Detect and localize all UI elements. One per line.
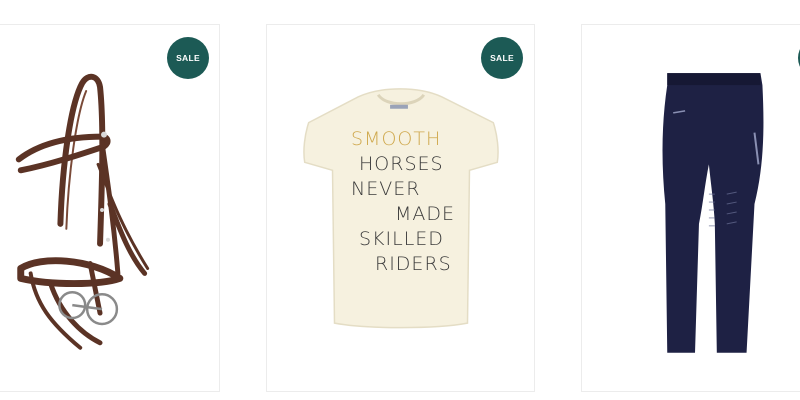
product-card-bridle[interactable]: SALE <box>0 24 220 392</box>
shirt-print-line: SMOOTH <box>351 128 442 150</box>
sale-badge: SALE <box>167 37 209 79</box>
shirt-print-text: SMOOTH HORSES NEVER MADE SKILLED RIDERS <box>351 127 455 277</box>
riding-leggings-image[interactable] <box>582 25 800 391</box>
shirt-print-line: NEVER <box>351 178 421 200</box>
shirt-print-line: MADE <box>395 203 456 225</box>
product-card-leggings[interactable] <box>581 24 800 392</box>
sale-badge: SALE <box>481 37 523 79</box>
shirt-print-line: RIDERS <box>375 253 452 275</box>
product-card-tshirt[interactable]: SMOOTH HORSES NEVER MADE SKILLED RIDERS … <box>266 24 535 392</box>
shirt-print-line: HORSES <box>359 153 444 175</box>
bridle-image[interactable] <box>0 25 219 391</box>
shirt-print-line: SKILLED <box>359 228 444 250</box>
